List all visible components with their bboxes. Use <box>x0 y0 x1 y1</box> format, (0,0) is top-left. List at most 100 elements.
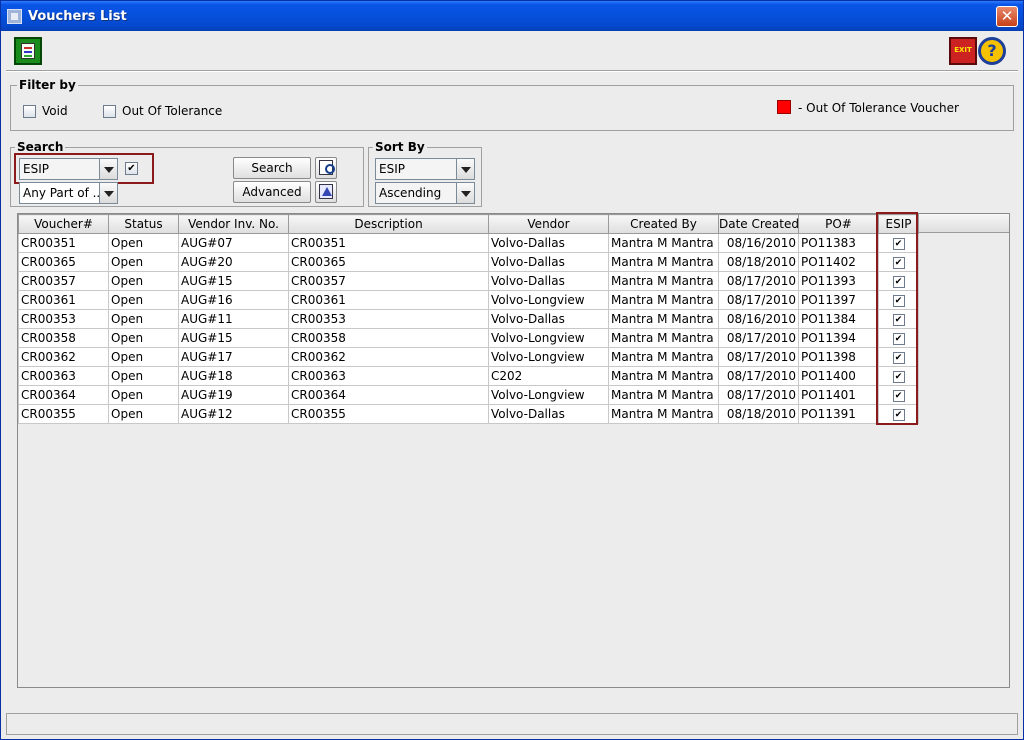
cell-status: Open <box>108 347 179 367</box>
sort-order-value: Ascending <box>379 186 442 200</box>
cell-status: Open <box>108 385 179 405</box>
close-button[interactable]: ✕ <box>996 6 1018 27</box>
out-of-tolerance-checkbox[interactable] <box>103 104 116 118</box>
cell-vendor-inv-no: AUG#12 <box>178 404 289 424</box>
toolbar: EXIT ? <box>6 33 1018 71</box>
table-row[interactable]: CR00355 Open AUG#12 CR00355 Volvo-Dallas Mant… <box>18 404 919 424</box>
cell-vendor: Volvo-Dallas <box>488 309 609 329</box>
advanced-search-icon <box>319 184 333 199</box>
vouchers-table-scrollpane[interactable]: Voucher# Status Vendor Inv. No. Description… <box>17 213 1010 688</box>
cell-vendor-inv-no: AUG#18 <box>178 366 289 386</box>
cell-status: Open <box>108 328 179 348</box>
cell-status: Open <box>108 309 179 329</box>
cell-created-by: Mantra M Mantra <box>608 347 719 367</box>
exit-button[interactable]: EXIT <box>949 37 977 65</box>
filter-legend: Filter by <box>17 78 78 92</box>
out-of-tolerance-legend-swatch <box>777 100 791 114</box>
cell-po: PO11401 <box>798 385 879 405</box>
cell-description: CR00351 <box>288 233 489 253</box>
cell-vendor: Volvo-Dallas <box>488 252 609 272</box>
table-row[interactable]: CR00364 Open AUG#19 CR00364 Volvo-Longview Ma… <box>18 385 919 405</box>
magnifier-icon <box>319 160 335 175</box>
cell-vendor: Volvo-Longview <box>488 328 609 348</box>
column-header-voucher[interactable]: Voucher# <box>18 214 109 234</box>
column-header-vendor[interactable]: Vendor <box>488 214 609 234</box>
out-of-tolerance-checkbox-row[interactable]: Out Of Tolerance <box>103 103 222 119</box>
cell-created-by: Mantra M Mantra <box>608 252 719 272</box>
void-checkbox-row[interactable]: Void <box>23 103 68 119</box>
cell-created-by: Mantra M Mantra <box>608 290 719 310</box>
help-icon[interactable]: ? <box>978 37 1006 65</box>
cell-status: Open <box>108 252 179 272</box>
table-row[interactable]: CR00363 Open AUG#18 CR00363 C202 Mantra M Man… <box>18 366 919 386</box>
column-header-vendor-inv-no[interactable]: Vendor Inv. No. <box>178 214 289 234</box>
cell-created-by: Mantra M Mantra <box>608 366 719 386</box>
cell-vendor-inv-no: AUG#07 <box>178 233 289 253</box>
cell-vendor-inv-no: AUG#20 <box>178 252 289 272</box>
cell-date-created: 08/18/2010 <box>718 252 799 272</box>
sort-order-select[interactable]: Ascending <box>375 182 475 204</box>
report-icon[interactable] <box>14 37 42 65</box>
cell-vendor-inv-no: AUG#15 <box>178 328 289 348</box>
search-field-value: ESIP <box>23 162 49 176</box>
advanced-search-icon-button[interactable] <box>315 181 337 203</box>
cell-vendor-inv-no: AUG#11 <box>178 309 289 329</box>
cell-description: CR00353 <box>288 309 489 329</box>
cell-voucher: CR00363 <box>18 366 109 386</box>
cell-voucher: CR00365 <box>18 252 109 272</box>
title-bar[interactable]: Vouchers List ✕ <box>1 1 1023 31</box>
cell-date-created: 08/17/2010 <box>718 290 799 310</box>
cell-po: PO11384 <box>798 309 879 329</box>
search-magnifier-button[interactable] <box>315 157 337 179</box>
column-header-status[interactable]: Status <box>108 214 179 234</box>
sort-panel: Sort By ESIP Ascending <box>368 140 482 207</box>
cell-date-created: 08/17/2010 <box>718 328 799 348</box>
search-field-checkbox[interactable]: ✔ <box>125 162 138 175</box>
cell-vendor: Volvo-Dallas <box>488 233 609 253</box>
chevron-down-icon[interactable] <box>456 183 474 203</box>
table-row[interactable]: CR00351 Open AUG#07 CR00351 Volvo-Dallas Mant… <box>18 233 919 253</box>
column-header-created-by[interactable]: Created By <box>608 214 719 234</box>
void-checkbox[interactable] <box>23 104 36 118</box>
cell-date-created: 08/17/2010 <box>718 366 799 386</box>
window-title: Vouchers List <box>28 9 127 24</box>
cell-date-created: 08/17/2010 <box>718 347 799 367</box>
cell-voucher: CR00364 <box>18 385 109 405</box>
cell-po: PO11398 <box>798 347 879 367</box>
table-row[interactable]: CR00357 Open AUG#15 CR00357 Volvo-Dallas Mant… <box>18 271 919 291</box>
cell-vendor: Volvo-Longview <box>488 385 609 405</box>
chevron-down-icon[interactable] <box>99 183 117 203</box>
table-row[interactable]: CR00358 Open AUG#15 CR00358 Volvo-Longview Ma… <box>18 328 919 348</box>
out-of-tolerance-label: Out Of Tolerance <box>122 104 223 118</box>
table-row[interactable]: CR00361 Open AUG#16 CR00361 Volvo-Longview Ma… <box>18 290 919 310</box>
column-header-date-created[interactable]: Date Created <box>718 214 799 234</box>
table-row[interactable]: CR00362 Open AUG#17 CR00362 Volvo-Longview Ma… <box>18 347 919 367</box>
cell-vendor-inv-no: AUG#17 <box>178 347 289 367</box>
column-header-po[interactable]: PO# <box>798 214 879 234</box>
column-header-description[interactable]: Description <box>288 214 489 234</box>
search-field-select[interactable]: ESIP <box>19 158 118 180</box>
chevron-down-icon[interactable] <box>99 159 117 179</box>
advanced-button[interactable]: Advanced <box>233 181 311 203</box>
cell-po: PO11391 <box>798 404 879 424</box>
window-content: EXIT ? Filter by Void Out Of Tolerance -… <box>4 31 1020 737</box>
cell-vendor-inv-no: AUG#15 <box>178 271 289 291</box>
cell-description: CR00364 <box>288 385 489 405</box>
cell-created-by: Mantra M Mantra <box>608 309 719 329</box>
table-row[interactable]: CR00353 Open AUG#11 CR00353 Volvo-Dallas Mant… <box>18 309 919 329</box>
cell-po: PO11400 <box>798 366 879 386</box>
cell-vendor: Volvo-Longview <box>488 290 609 310</box>
search-button[interactable]: Search <box>233 157 311 179</box>
table-row[interactable]: CR00365 Open AUG#20 CR00365 Volvo-Dallas Mant… <box>18 252 919 272</box>
cell-description: CR00358 <box>288 328 489 348</box>
cell-po: PO11393 <box>798 271 879 291</box>
match-type-select[interactable]: Any Part of ... <box>19 182 118 204</box>
sort-field-select[interactable]: ESIP <box>375 158 475 180</box>
match-type-value: Any Part of ... <box>23 186 105 200</box>
report-page-icon <box>21 43 35 59</box>
cell-po: PO11383 <box>798 233 879 253</box>
cell-po: PO11394 <box>798 328 879 348</box>
cell-created-by: Mantra M Mantra <box>608 328 719 348</box>
cell-voucher: CR00361 <box>18 290 109 310</box>
chevron-down-icon[interactable] <box>456 159 474 179</box>
